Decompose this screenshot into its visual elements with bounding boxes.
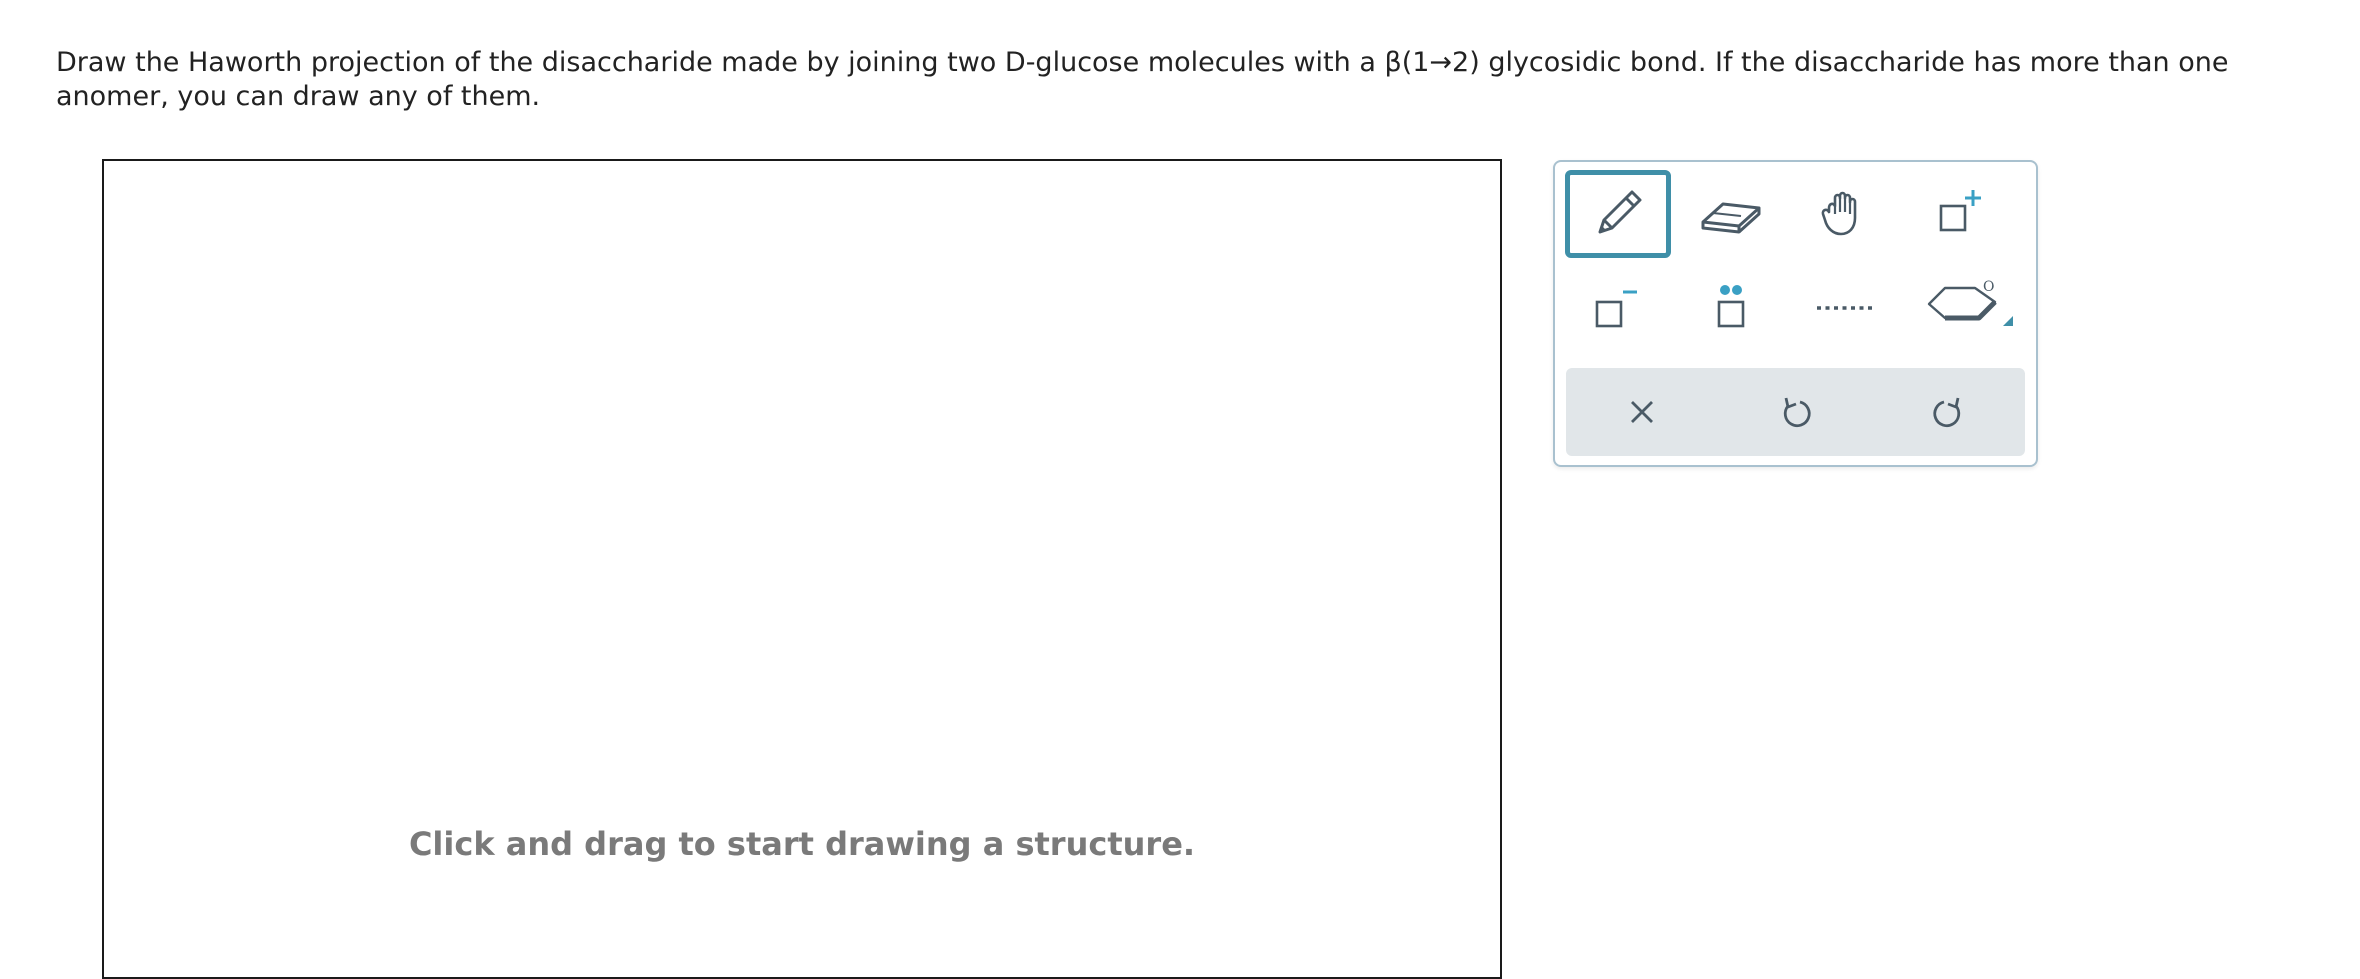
ring-oxygen-label: O	[1983, 279, 1994, 295]
dashed-bond-tool[interactable]	[1795, 266, 1895, 350]
eraser-icon	[1701, 202, 1761, 234]
negative-charge-tool[interactable]	[1567, 266, 1667, 350]
lone-pair-icon	[1717, 285, 1745, 328]
hand-tool[interactable]	[1795, 172, 1895, 256]
positive-charge-icon	[1939, 190, 1981, 232]
redo-icon	[1933, 397, 1961, 428]
question-text: Draw the Haworth projection of the disac…	[56, 47, 2229, 112]
positive-charge-tool[interactable]	[1911, 172, 2011, 256]
ring-template-tool[interactable]: O	[1915, 266, 2015, 350]
undo-icon	[1783, 397, 1811, 428]
negative-charge-icon	[1595, 290, 1637, 328]
action-bar	[1566, 368, 2025, 456]
drawing-canvas[interactable]: Click and drag to start drawing a struct…	[102, 159, 1502, 979]
dashed-line-icon	[1817, 306, 1873, 310]
close-icon	[1631, 401, 1653, 423]
redo-button[interactable]	[1898, 368, 1998, 456]
pyranose-ring-icon: O	[1927, 279, 2013, 326]
tool-palette: O	[1553, 160, 2038, 467]
clear-button[interactable]	[1592, 368, 1692, 456]
pencil-tool[interactable]	[1565, 170, 1671, 258]
pencil-icon	[1598, 190, 1642, 234]
canvas-hint: Click and drag to start drawing a struct…	[408, 825, 1196, 863]
hand-icon	[1821, 191, 1857, 236]
eraser-tool[interactable]	[1681, 172, 1781, 256]
undo-button[interactable]	[1746, 368, 1846, 456]
lone-pair-tool[interactable]	[1681, 266, 1781, 350]
